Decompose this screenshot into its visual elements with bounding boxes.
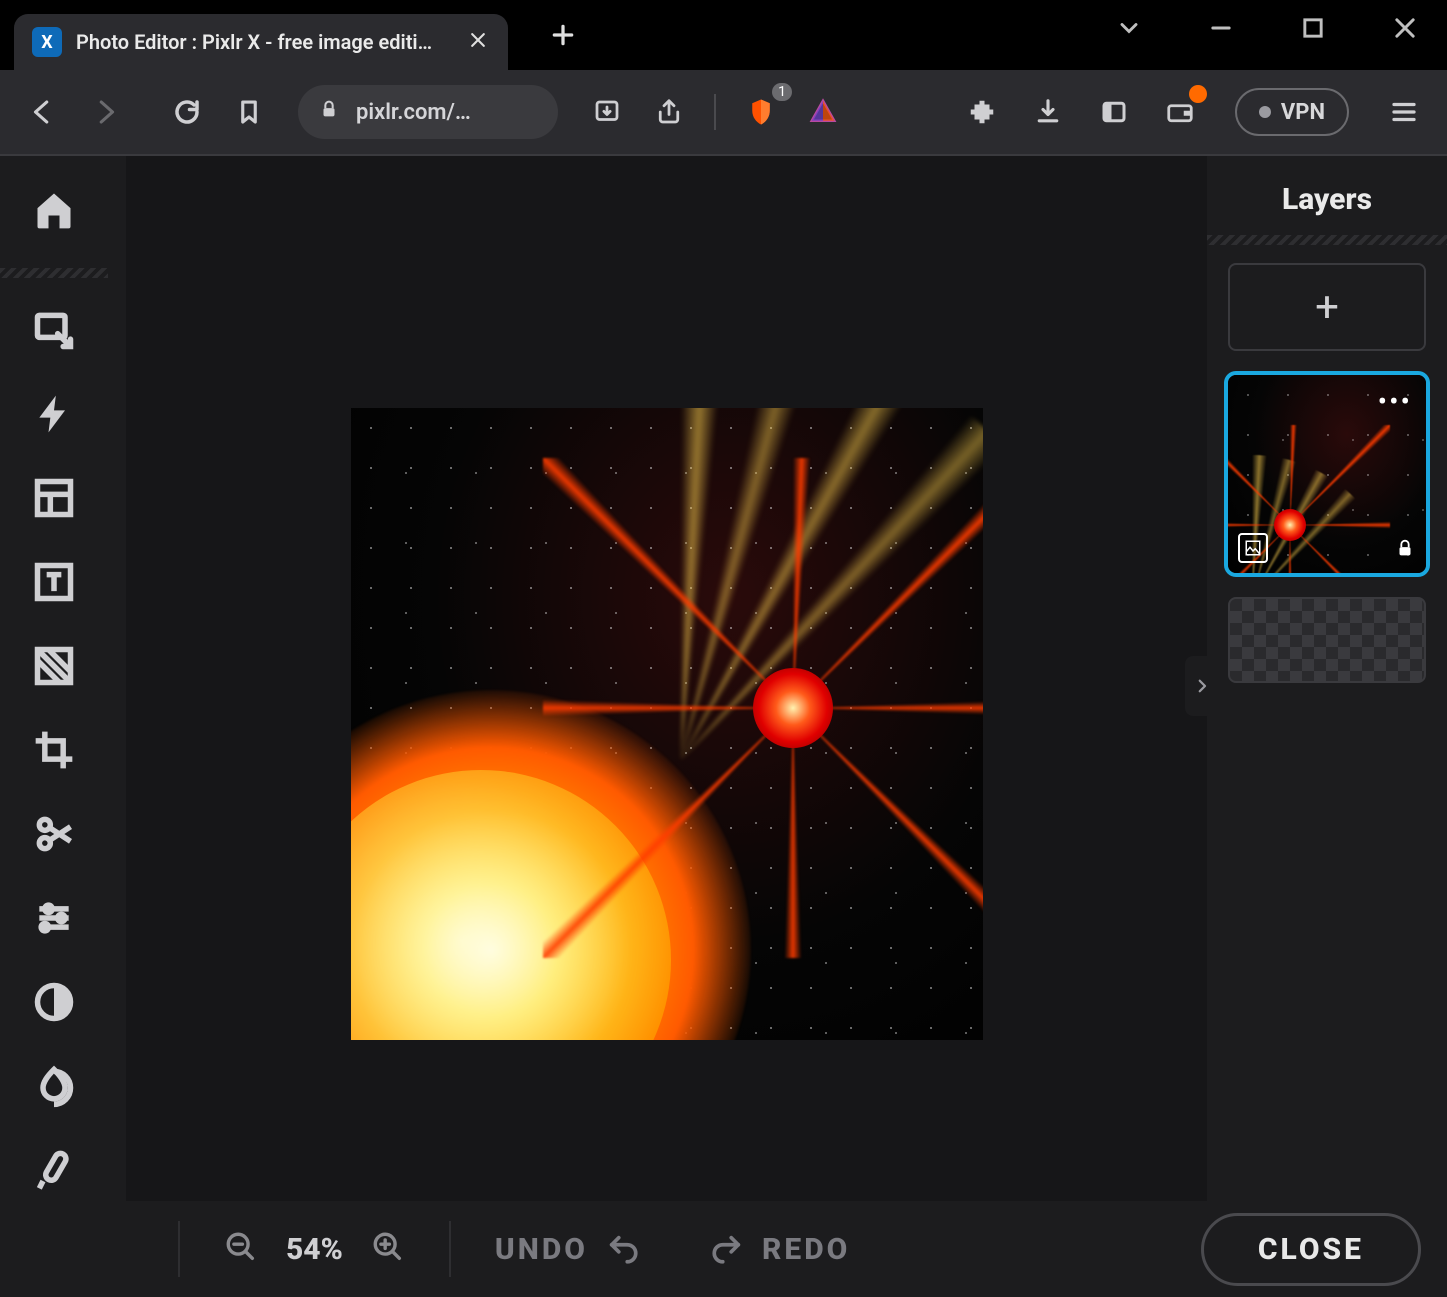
browser-toolbar: pixlr.com/… 1 VPN bbox=[0, 70, 1447, 156]
url-text: pixlr.com/… bbox=[356, 100, 471, 125]
layers-separator bbox=[1207, 235, 1447, 245]
window-controls bbox=[1115, 14, 1419, 46]
undo-label: UNDO bbox=[495, 1232, 588, 1267]
pixlr-app: 512 x 512 px @ 54% Layers + ••• bbox=[0, 156, 1447, 1297]
zoom-in-button[interactable] bbox=[371, 1230, 405, 1268]
brave-rewards-icon[interactable] bbox=[798, 87, 848, 137]
vpn-status-dot bbox=[1259, 106, 1271, 118]
downloads-icon[interactable] bbox=[1023, 87, 1073, 137]
filter-tool[interactable] bbox=[18, 966, 90, 1038]
cutout-tool[interactable] bbox=[18, 798, 90, 870]
browser-titlebar: X Photo Editor : Pixlr X - free image ed… bbox=[0, 0, 1447, 70]
chevron-down-icon[interactable] bbox=[1115, 14, 1143, 46]
toolbar-separator bbox=[714, 94, 716, 130]
bb-separator bbox=[178, 1221, 180, 1277]
close-button[interactable]: CLOSE bbox=[1201, 1213, 1421, 1286]
bb-separator-2 bbox=[449, 1221, 451, 1277]
browser-tab[interactable]: X Photo Editor : Pixlr X - free image ed… bbox=[14, 14, 508, 70]
tab-title: Photo Editor : Pixlr X - free image edit… bbox=[76, 30, 436, 54]
pixlr-favicon: X bbox=[32, 27, 62, 57]
share-icon[interactable] bbox=[644, 87, 694, 137]
brave-shield-count: 1 bbox=[772, 83, 792, 101]
ai-tools[interactable] bbox=[18, 378, 90, 450]
window-close-button[interactable] bbox=[1391, 14, 1419, 46]
layer-item-2[interactable] bbox=[1228, 597, 1426, 683]
canvas-viewport[interactable]: 512 x 512 px @ 54% bbox=[126, 156, 1207, 1291]
layout-tool[interactable] bbox=[18, 462, 90, 534]
tab-close-button[interactable] bbox=[468, 30, 488, 55]
window-maximize-button[interactable] bbox=[1299, 14, 1327, 46]
zoom-value[interactable]: 54% bbox=[286, 1232, 343, 1267]
new-tab-button[interactable] bbox=[550, 21, 576, 56]
left-toolstrip bbox=[0, 156, 108, 1297]
reload-button[interactable] bbox=[162, 87, 212, 137]
nav-forward-button[interactable] bbox=[80, 87, 130, 137]
toolstrip-separator bbox=[0, 268, 108, 278]
image-layer-icon bbox=[1238, 533, 1268, 563]
adjust-tool[interactable] bbox=[18, 882, 90, 954]
crop-tool[interactable] bbox=[18, 714, 90, 786]
bottom-bar: 54% UNDO REDO CLOSE bbox=[0, 1201, 1447, 1297]
workarea: 512 x 512 px @ 54% bbox=[108, 156, 1207, 1297]
retouch-tool[interactable] bbox=[18, 1134, 90, 1206]
bookmark-button[interactable] bbox=[224, 87, 274, 137]
canvas-image[interactable] bbox=[351, 408, 983, 1040]
layer-item-1[interactable]: ••• bbox=[1228, 375, 1426, 573]
address-bar[interactable]: pixlr.com/… bbox=[298, 85, 558, 139]
undo-button[interactable]: UNDO bbox=[495, 1232, 640, 1267]
redo-label: REDO bbox=[762, 1232, 850, 1267]
notification-dot-icon bbox=[1189, 85, 1207, 103]
browser-menu-icon[interactable] bbox=[1379, 87, 1429, 137]
install-app-icon[interactable] bbox=[582, 87, 632, 137]
layers-panel: Layers + ••• bbox=[1207, 156, 1447, 1297]
home-button[interactable] bbox=[18, 174, 90, 246]
vpn-button[interactable]: VPN bbox=[1235, 88, 1349, 136]
text-tool[interactable] bbox=[18, 546, 90, 618]
liquify-tool[interactable] bbox=[18, 1050, 90, 1122]
zoom-out-button[interactable] bbox=[224, 1230, 258, 1268]
window-minimize-button[interactable] bbox=[1207, 14, 1235, 46]
sidebar-toggle-icon[interactable] bbox=[1089, 87, 1139, 137]
vpn-label: VPN bbox=[1281, 100, 1325, 125]
arrange-tool[interactable] bbox=[18, 294, 90, 366]
layer-options-icon[interactable]: ••• bbox=[1378, 385, 1412, 418]
redo-button[interactable]: REDO bbox=[710, 1232, 850, 1267]
brave-shields-icon[interactable]: 1 bbox=[736, 87, 786, 137]
fill-tool[interactable] bbox=[18, 630, 90, 702]
add-layer-button[interactable]: + bbox=[1228, 263, 1426, 351]
nav-back-button[interactable] bbox=[18, 87, 68, 137]
extensions-icon[interactable] bbox=[957, 87, 1007, 137]
collapse-panel-button[interactable] bbox=[1185, 656, 1219, 716]
close-label: CLOSE bbox=[1258, 1232, 1364, 1267]
layer-lock-icon[interactable] bbox=[1394, 537, 1416, 563]
wallet-icon[interactable] bbox=[1155, 87, 1205, 137]
plus-icon: + bbox=[1315, 283, 1339, 332]
layers-panel-title: Layers bbox=[1282, 156, 1372, 235]
lock-icon bbox=[318, 98, 340, 126]
